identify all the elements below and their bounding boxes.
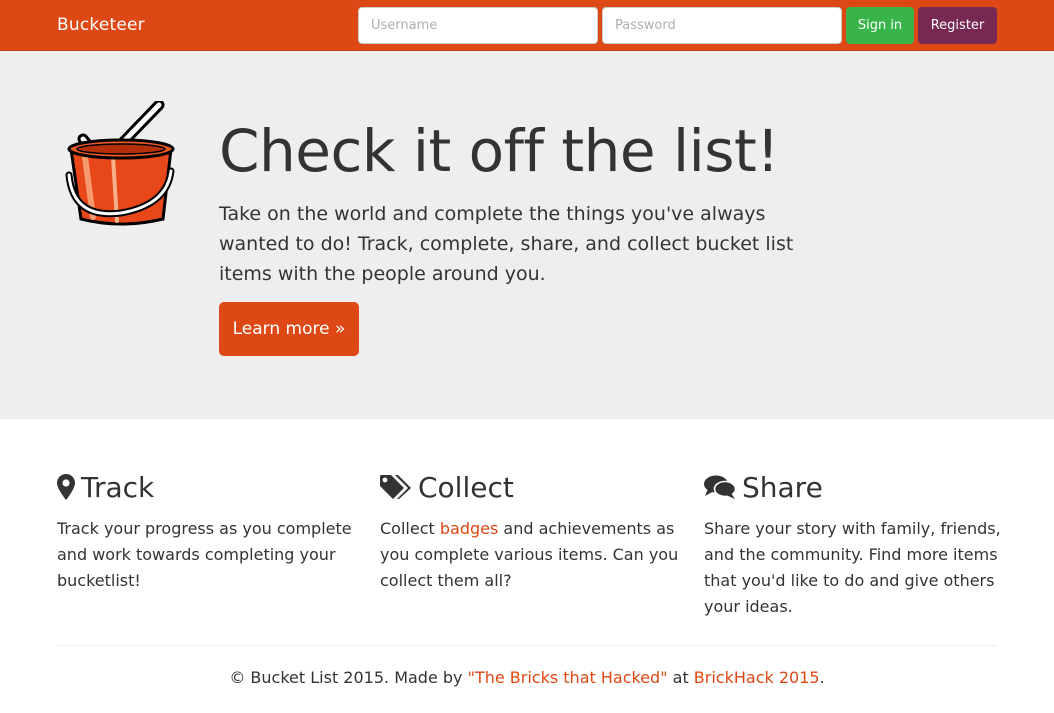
feature-title: Collect	[380, 468, 680, 506]
feature-description: Collect badges and achievements as you c…	[380, 519, 679, 590]
team-link[interactable]: "The Bricks that Hacked"	[468, 668, 668, 687]
hero-title: Check it off the list!	[219, 117, 779, 185]
sign-in-button[interactable]: Sign in	[846, 7, 914, 44]
map-marker-icon	[57, 474, 75, 500]
brand-link[interactable]: Bucketeer	[57, 15, 145, 35]
feature-title-text: Track	[81, 470, 155, 504]
feature-share: Share Share your story with family, frie…	[704, 468, 1004, 620]
username-input[interactable]	[358, 7, 598, 44]
divider	[57, 645, 997, 646]
hero-description: Take on the world and complete the thing…	[219, 203, 794, 285]
badges-link[interactable]: badges	[440, 519, 498, 538]
feature-track: Track Track your progress as you complet…	[57, 468, 357, 594]
navbar: Bucketeer Sign in Register	[0, 0, 1054, 51]
brickhack-link[interactable]: BrickHack 2015	[694, 668, 820, 687]
footer: © Bucket List 2015. Made by "The Bricks …	[229, 668, 825, 687]
bucket-check-icon	[65, 101, 175, 226]
feature-description: Share your story with family, friends, a…	[704, 519, 1001, 616]
feature-title-text: Share	[742, 470, 823, 504]
feature-description: Track your progress as you complete and …	[57, 519, 352, 590]
feature-title: Track	[57, 468, 357, 506]
feature-title-text: Collect	[418, 470, 514, 504]
tags-icon	[380, 475, 411, 499]
comments-icon	[704, 475, 736, 499]
register-button[interactable]: Register	[918, 7, 997, 44]
learn-more-button[interactable]: Learn more »	[219, 302, 359, 356]
feature-collect: Collect Collect badges and achievements …	[380, 468, 680, 594]
feature-title: Share	[704, 468, 1004, 506]
hero-section: Check it off the list! Take on the world…	[0, 51, 1054, 419]
password-input[interactable]	[602, 7, 842, 44]
